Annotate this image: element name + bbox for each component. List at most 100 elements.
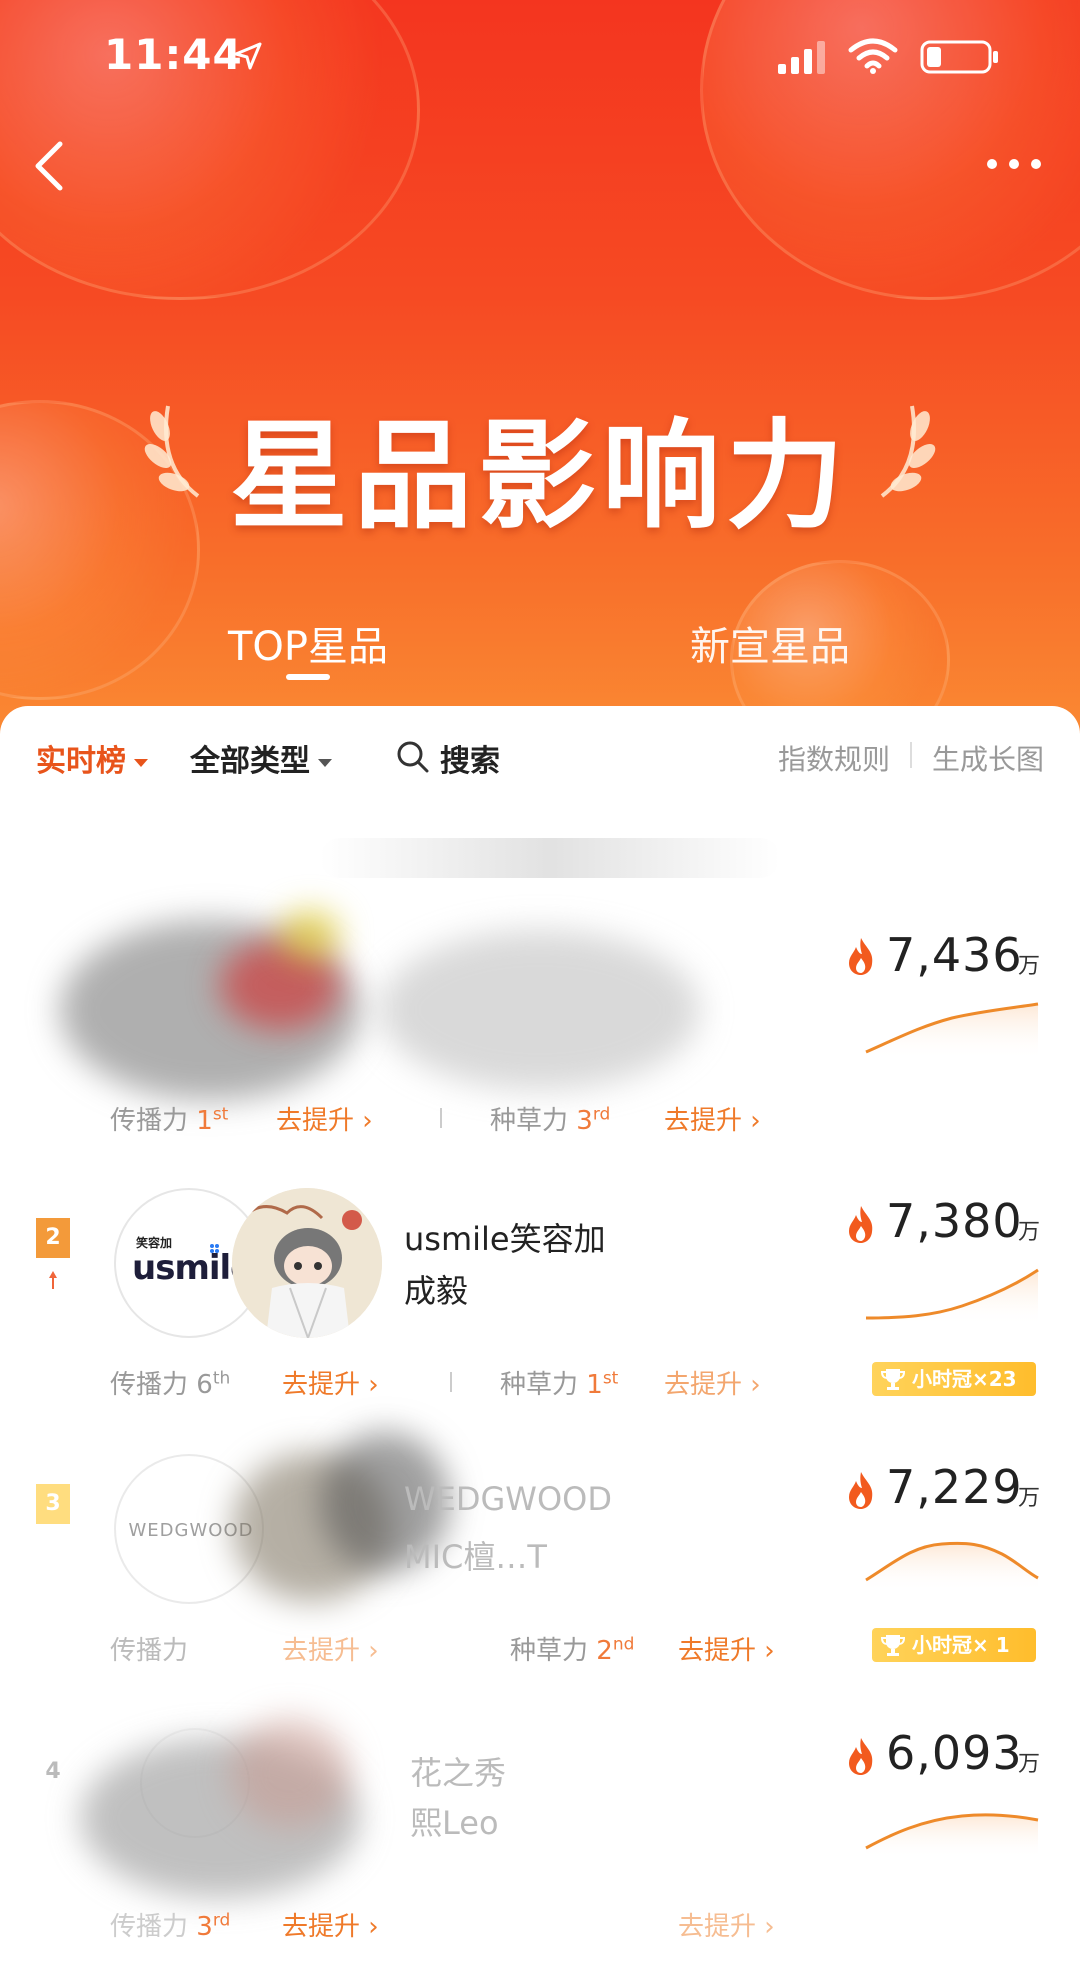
rank-badge: 4 (45, 1759, 61, 1784)
generate-image-link[interactable]: 生成长图 (932, 738, 1044, 778)
status-time: 11:44 (104, 30, 243, 79)
blurred-avatar (280, 910, 340, 960)
divider (910, 742, 912, 768)
metric-label: 传播力 (110, 1912, 189, 1942)
type-dropdown[interactable]: 全部类型 (190, 736, 332, 780)
improve-label: 去提升 (282, 1912, 361, 1942)
metric-rank: 1 (586, 1370, 603, 1400)
metric-suffix: th (212, 1368, 231, 1389)
fire-icon (849, 1472, 873, 1509)
metric-rank: 2 (596, 1636, 613, 1666)
trend-sparkline (865, 1813, 1039, 1858)
improve-label: 去提升 (678, 1636, 757, 1666)
index-rules-link[interactable]: 指数规则 (778, 738, 890, 778)
fire-icon (849, 938, 873, 975)
rank-badge: 2 (36, 1218, 70, 1258)
list-item[interactable]: 7,436 万 传播力 1st 去提升 › 种草力 3rd 去提升 › (0, 900, 1080, 1166)
list-item[interactable]: 4 花之秀 熙Leo 6,093 万 传播力 3rd 去提升 › 去提升 › (0, 1698, 1080, 1964)
laurel-right-icon (880, 405, 936, 498)
metric-label: 种草力 (500, 1370, 579, 1400)
search-icon[interactable] (396, 740, 430, 774)
list-item[interactable]: 3 WEDGWOOD WEDGWOOD MIC檀…T 7,229 万 传播力 去… (0, 1432, 1080, 1698)
metric-suffix: rd (212, 1910, 231, 1931)
type-label: 全部类型 (190, 744, 310, 779)
grass-metric: 种草力 2nd (510, 1630, 634, 1667)
spread-metric: 传播力 6th (110, 1364, 230, 1401)
metric-label: 种草力 (510, 1636, 589, 1666)
improve-grass-link[interactable]: 去提升 › (664, 1364, 761, 1401)
more-icon[interactable] (984, 152, 1044, 176)
trend-sparkline (865, 1002, 1039, 1060)
filter-bar: 实时榜 全部类型 搜索 指数规则 生成长图 (0, 706, 1080, 802)
brand-name: WEDGWOOD (404, 1480, 612, 1518)
caret-down-icon (134, 758, 148, 767)
realtime-rank-dropdown[interactable]: 实时榜 (36, 736, 148, 780)
trophy-icon (880, 1369, 906, 1390)
trophy-icon (880, 1635, 906, 1656)
metric-rank: 1 (196, 1106, 213, 1136)
metric-label: 传播力 (110, 1636, 189, 1666)
list-item[interactable]: 2 笑容加 usmile usmile笑容加 成毅 7,380 万 传播力 6t… (0, 1166, 1080, 1432)
hero-banner: 11:44 星品影响力 TOP星品 新宣星品 (0, 0, 1080, 740)
crown-label: 小时冠× 1 (912, 1633, 1010, 1657)
improve-label: 去提升 (664, 1106, 743, 1136)
metric-suffix: st (602, 1368, 619, 1389)
improve-spread-link[interactable]: 去提升 › (276, 1100, 373, 1137)
improve-label: 去提升 (282, 1370, 361, 1400)
celebrity-name: 熙Leo (410, 1804, 499, 1842)
metric-rank: 3 (196, 1912, 213, 1942)
improve-label: 去提升 (282, 1636, 361, 1666)
location-arrow-icon (234, 42, 262, 70)
score-value: 6,093 (886, 1726, 1023, 1780)
celebrity-avatar[interactable] (232, 1188, 382, 1338)
metric-suffix: st (212, 1104, 229, 1125)
spread-metric: 传播力 (110, 1630, 188, 1667)
score-value: 7,229 (886, 1460, 1023, 1514)
score-value: 7,380 (886, 1194, 1023, 1248)
metric-label: 种草力 (490, 1106, 569, 1136)
improve-label: 去提升 (678, 1912, 757, 1942)
metric-suffix: rd (592, 1104, 611, 1125)
improve-spread-link[interactable]: 去提升 › (282, 1630, 379, 1667)
score-unit: 万 (1018, 1220, 1041, 1245)
spread-metric: 传播力 3rd (110, 1906, 230, 1943)
brand-name: usmile笑容加 (404, 1220, 606, 1258)
tab-new-products[interactable]: 新宣星品 (690, 614, 850, 672)
blurred-name (380, 930, 700, 1090)
grass-metric: 种草力 3rd (490, 1100, 610, 1137)
grass-metric: 种草力 1st (500, 1364, 618, 1401)
caret-down-icon (318, 758, 332, 767)
improve-label: 去提升 (664, 1370, 743, 1400)
metric-label: 传播力 (110, 1370, 189, 1400)
score-unit: 万 (1018, 1486, 1041, 1511)
metric-rank: 6 (196, 1370, 213, 1400)
trend-sparkline (865, 1268, 1039, 1326)
wifi-icon (848, 38, 898, 74)
tab-top-products[interactable]: TOP星品 (228, 614, 388, 672)
improve-grass-link[interactable]: 去提升 › (664, 1100, 761, 1137)
metric-rank: 3 (576, 1106, 593, 1136)
signal-icon (778, 41, 825, 74)
spread-metric: 传播力 1st (110, 1100, 228, 1137)
crown-label: 小时冠×23 (912, 1367, 1017, 1391)
improve-spread-link[interactable]: 去提升 › (282, 1364, 379, 1401)
metric-label: 传播力 (110, 1106, 189, 1136)
chibi-illustration (232, 1188, 382, 1338)
brand-name: 花之秀 (410, 1754, 507, 1792)
blurred-avatar (230, 1718, 350, 1828)
fire-icon (849, 1206, 873, 1243)
improve-spread-link[interactable]: 去提升 › (282, 1906, 379, 1943)
hour-crown-badge: 小时冠× 1 (872, 1628, 1036, 1662)
status-bar: 11:44 (0, 0, 1080, 110)
improve-grass-link[interactable]: 去提升 › (678, 1906, 775, 1943)
improve-grass-link[interactable]: 去提升 › (678, 1630, 775, 1667)
back-icon[interactable] (24, 136, 72, 196)
score-value: 7,436 (886, 928, 1023, 982)
realtime-rank-label: 实时榜 (36, 744, 126, 779)
score-unit: 万 (1018, 1752, 1041, 1777)
search-button[interactable]: 搜索 (440, 736, 500, 780)
rank-up-arrow-icon (49, 1271, 57, 1289)
brand-dots-icon (210, 1244, 219, 1253)
update-notice (320, 838, 780, 878)
divider (450, 1372, 452, 1392)
